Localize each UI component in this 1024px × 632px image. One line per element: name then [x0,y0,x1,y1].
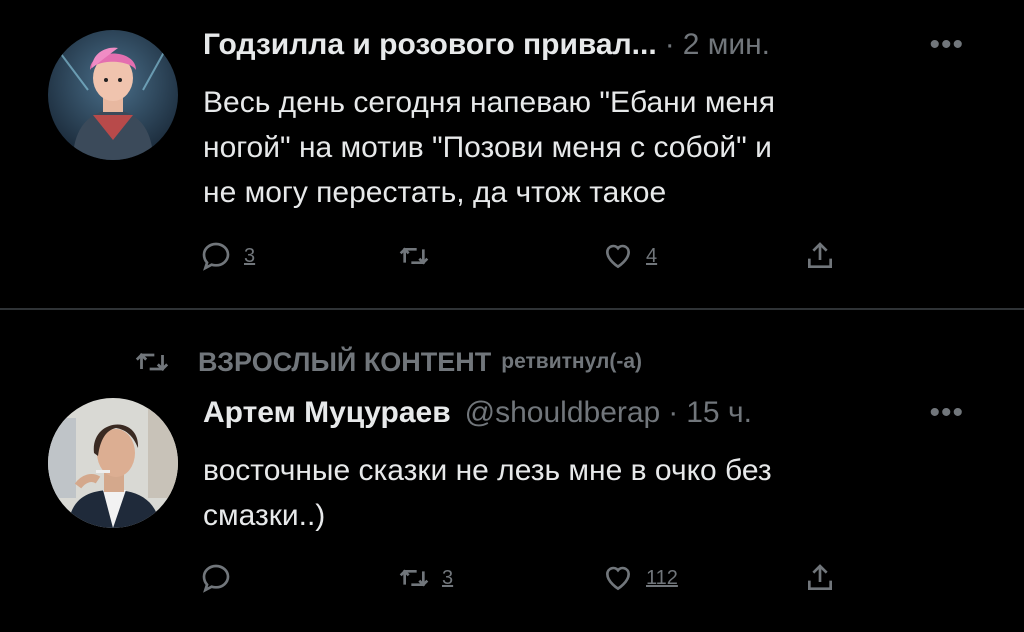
tweet-header: Артем Муцураев @shouldberap · 15 ч. ••• [203,390,984,436]
retweet-label: ретвитнул(-а) [501,350,643,373]
more-options-icon[interactable]: ••• [929,396,964,430]
author-handle[interactable]: @shouldberap [465,396,661,430]
avatar[interactable] [48,398,178,528]
retweet-count: 3 [442,566,454,589]
like-count: 4 [646,244,658,267]
like-count: 112 [646,566,678,589]
retweeter-name[interactable]: ВЗРОСЛЫЙ КОНТЕНТ [198,347,491,378]
author-name[interactable]: Годзилла и розового привал... [203,28,657,62]
timestamp[interactable]: 15 ч. [686,396,752,430]
reply-count: 3 [244,244,256,267]
retweet-button[interactable]: 3 [398,562,453,594]
tweet[interactable]: Годзилла и розового привал... · 2 мин. •… [0,0,1024,308]
share-icon [808,242,832,268]
more-options-icon[interactable]: ••• [929,28,964,62]
tweet-actions: 3 4 [200,240,860,280]
retweet-banner: ВЗРОСЛЫЙ КОНТЕНТ ретвитнул(-а) [134,342,642,382]
retweet-icon [399,247,429,265]
avatar[interactable] [48,30,178,160]
separator-dot: · [664,28,675,61]
separator-dot: · [668,396,679,429]
tweet-text: восточные сказки не лезь мне в очко без … [203,454,772,532]
reply-button[interactable] [200,562,244,594]
share-button[interactable] [804,562,836,594]
retweet-icon [135,353,169,371]
tweet[interactable]: ВЗРОСЛЫЙ КОНТЕНТ ретвитнул(-а) Артем Муц… [0,310,1024,632]
avatar-photo [48,398,178,528]
heart-icon [605,566,631,591]
author-name[interactable]: Артем Муцураев [203,396,451,430]
heart-icon [605,244,631,269]
timestamp[interactable]: 2 мин. [683,28,770,62]
share-icon [808,564,832,590]
reply-icon [202,242,230,271]
like-button[interactable]: 4 [602,240,657,272]
tweet-header: Годзилла и розового привал... · 2 мин. •… [203,22,984,68]
share-button[interactable] [804,240,836,272]
retweet-button[interactable] [398,240,442,272]
tweet-text: Весь день сегодня напеваю "Ебани меня но… [203,86,775,209]
reply-button[interactable]: 3 [200,240,255,272]
like-button[interactable]: 112 [602,562,678,594]
reply-icon [202,564,230,593]
tweet-actions: 3 112 [200,562,860,602]
avatar-illustration [48,30,178,160]
retweet-icon [399,569,429,587]
